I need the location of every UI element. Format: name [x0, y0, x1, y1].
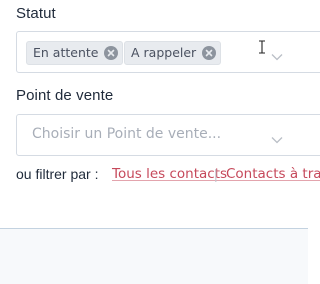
tag-a-rappeler: A rappeler [124, 41, 222, 65]
section-divider [0, 228, 308, 284]
text-cursor-icon [258, 40, 266, 59]
statut-multiselect[interactable]: En attente A rappeler [16, 31, 320, 73]
filter-separator: | [214, 166, 218, 182]
statut-label: Statut [16, 5, 56, 22]
point-de-vente-placeholder: Choisir un Point de vente... [32, 126, 222, 142]
point-de-vente-label: Point de vente [16, 87, 114, 104]
close-circle-icon[interactable] [202, 46, 217, 60]
tag-label: A rappeler [131, 45, 197, 60]
filter-label: ou filtrer par : [16, 166, 99, 182]
page: Statut En attente A rappeler Point de ve… [0, 0, 320, 284]
tag-en-attente: En attente [26, 41, 124, 65]
point-de-vente-select[interactable]: Choisir un Point de vente... [16, 114, 320, 156]
filter-link-contacts-a-traiter[interactable]: Contacts à trait [226, 166, 320, 182]
filter-link-tous-les-contacts[interactable]: Tous les contacts [112, 166, 227, 182]
chevron-down-icon[interactable] [271, 131, 283, 149]
close-circle-icon[interactable] [104, 46, 119, 60]
tag-label: En attente [33, 45, 99, 60]
chevron-down-icon[interactable] [271, 48, 283, 66]
